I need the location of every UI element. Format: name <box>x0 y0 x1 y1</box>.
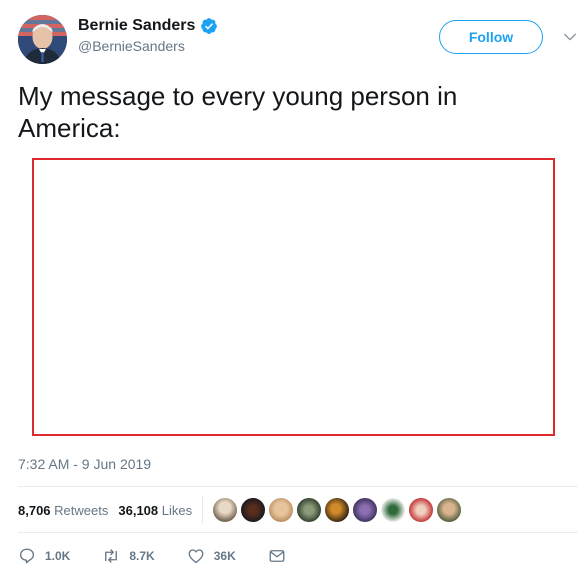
liker-avatar[interactable] <box>353 498 378 522</box>
author-info: Bernie Sanders @BernieSanders <box>78 17 218 54</box>
author-handle[interactable]: @BernieSanders <box>78 38 218 54</box>
divider <box>18 532 578 533</box>
like-count: 36K <box>213 549 236 563</box>
liker-avatar[interactable] <box>325 498 350 522</box>
tweet-header: Bernie Sanders @BernieSanders Follow <box>18 15 578 65</box>
liker-avatar[interactable] <box>437 498 462 522</box>
like-button[interactable]: 36K <box>187 547 236 565</box>
retweet-count: 8.7K <box>129 549 155 563</box>
liker-avatar[interactable] <box>409 498 434 522</box>
follow-button[interactable]: Follow <box>439 20 543 54</box>
author-avatar[interactable] <box>18 15 67 64</box>
tweet-timestamp[interactable]: 7:32 AM - 9 Jun 2019 <box>18 456 151 472</box>
envelope-icon <box>269 550 285 562</box>
retweets-label: Retweets <box>54 502 109 518</box>
liker-avatar[interactable] <box>269 498 294 522</box>
reply-icon <box>19 548 35 564</box>
stats-separator <box>202 496 204 524</box>
heart-icon <box>188 549 204 564</box>
divider <box>18 486 578 487</box>
reply-button[interactable]: 1.0K <box>18 547 70 565</box>
verified-badge-icon <box>200 17 218 35</box>
liker-avatar[interactable] <box>241 498 266 522</box>
tweet-options-button[interactable] <box>561 28 579 46</box>
likes-count: 36,108 <box>118 502 159 518</box>
retweets-stat[interactable]: 8,706 Retweets <box>18 503 108 518</box>
direct-message-button[interactable] <box>268 547 286 565</box>
reply-count: 1.0K <box>45 549 71 563</box>
liker-avatar[interactable] <box>381 498 406 522</box>
tweet-actions: 1.0K 8.7K 36K <box>18 544 578 568</box>
chevron-down-icon <box>564 33 576 41</box>
liker-avatars <box>213 498 462 522</box>
retweet-icon <box>105 549 118 563</box>
retweet-button[interactable]: 8.7K <box>102 547 155 565</box>
retweets-count: 8,706 <box>18 502 51 518</box>
likes-stat[interactable]: 36,108 Likes <box>118 503 192 518</box>
author-display-name[interactable]: Bernie Sanders <box>78 17 195 35</box>
liker-avatar[interactable] <box>297 498 322 522</box>
liker-avatar[interactable] <box>213 498 238 522</box>
profile-photo-icon <box>18 15 67 64</box>
tweet-text: My message to every young person in Amer… <box>18 81 458 143</box>
tweet-media[interactable] <box>32 158 555 436</box>
likes-label: Likes <box>161 502 193 518</box>
tweet-stats: 8,706 Retweets 36,108 Likes <box>18 496 578 524</box>
